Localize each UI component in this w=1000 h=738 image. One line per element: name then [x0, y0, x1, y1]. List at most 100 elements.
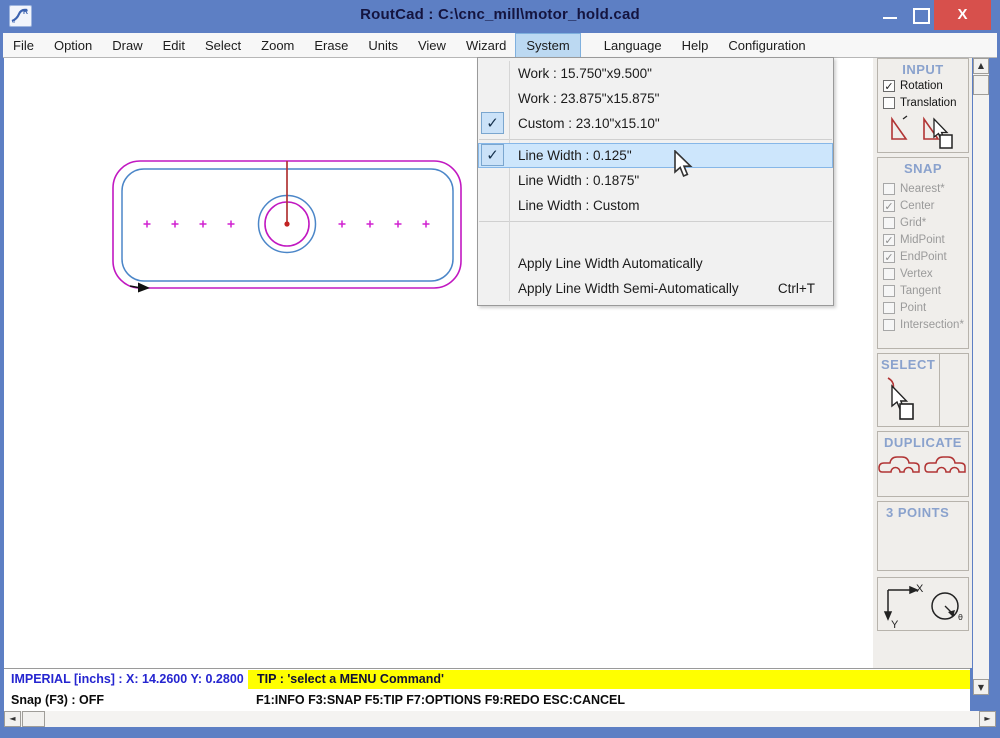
intersection-label: Intersection*: [900, 319, 964, 331]
tip-message: TIP : 'select a MENU Command': [248, 670, 970, 689]
vertical-scrollbar[interactable]: ▲ ▼: [973, 58, 989, 695]
midpoint-checkbox[interactable]: ✓: [883, 234, 895, 246]
input-option-rotation[interactable]: ✓ Rotation: [878, 77, 968, 94]
snap-option-tangent[interactable]: Tangent: [878, 282, 968, 299]
select-tool-icon: [878, 372, 938, 424]
menu-item-label: Line Width : Custom: [478, 198, 833, 213]
duplicate-section[interactable]: DUPLICATE: [877, 431, 969, 497]
rotation-tool-icons[interactable]: [878, 111, 968, 154]
snap-option-vertex[interactable]: Vertex: [878, 265, 968, 282]
menu-option[interactable]: Option: [44, 34, 102, 57]
menu-item-work-15750[interactable]: Work : 15.750"x9.500": [478, 61, 833, 86]
nearest-checkbox[interactable]: [883, 183, 895, 195]
menu-select[interactable]: Select: [195, 34, 251, 57]
menu-item-label: Apply Line Width Semi-Automatically: [478, 281, 778, 296]
snap-option-intersection[interactable]: Intersection*: [878, 316, 968, 333]
grid-checkbox[interactable]: [883, 217, 895, 229]
axis-theta-label: θ: [958, 613, 963, 622]
menu-view[interactable]: View: [408, 34, 456, 57]
menu-item-linewidth-custom[interactable]: Line Width : Custom: [478, 193, 833, 218]
vertex-checkbox[interactable]: [883, 268, 895, 280]
menu-item-linewidth-01875[interactable]: Line Width : 0.1875": [478, 168, 833, 193]
check-icon: ✓: [481, 112, 504, 134]
nearest-label: Nearest*: [900, 183, 945, 195]
scroll-up-button[interactable]: ▲: [973, 58, 989, 74]
horizontal-scrollbar[interactable]: ◄ ►: [4, 711, 996, 727]
input-option-translation[interactable]: Translation: [878, 94, 968, 111]
three-points-section[interactable]: 3 POINTS: [877, 501, 969, 571]
menu-draw[interactable]: Draw: [102, 34, 152, 57]
menu-item-label: Work : 23.875"x15.875": [478, 91, 833, 106]
menu-item-label: Line Width : 0.1875": [478, 173, 833, 188]
close-button[interactable]: X: [934, 0, 991, 30]
menu-item-apply-auto[interactable]: Apply Line Width Automatically: [478, 251, 833, 276]
system-dropdown-menu: Work : 15.750"x9.500" Work : 23.875"x15.…: [477, 57, 834, 306]
rotation-checkbox[interactable]: ✓: [883, 80, 895, 92]
snap-status: Snap (F3) : OFF: [11, 693, 104, 707]
menu-item-label: Line Width : 0.125": [478, 148, 833, 163]
center-label: Center: [900, 200, 935, 212]
check-icon: ✓: [481, 144, 504, 166]
snap-option-center[interactable]: ✓ Center: [878, 197, 968, 214]
snap-section: SNAP Nearest* ✓ Center Grid* ✓ MidPoint …: [877, 157, 969, 349]
select-section[interactable]: SELECT: [877, 353, 969, 427]
horizontal-scroll-thumb[interactable]: [22, 711, 45, 727]
cursor-icon: [934, 119, 952, 148]
input-section-title: INPUT: [878, 59, 968, 77]
translation-checkbox[interactable]: [883, 97, 895, 109]
snap-option-midpoint[interactable]: ✓ MidPoint: [878, 231, 968, 248]
rotation-label: Rotation: [900, 80, 943, 92]
menu-separator: [479, 221, 832, 222]
app-window: R e RoutCad : C:\cnc_mill\motor_hold.cad…: [0, 0, 1000, 738]
scroll-down-button[interactable]: ▼: [973, 679, 989, 695]
endpoint-checkbox[interactable]: ✓: [883, 251, 895, 263]
scroll-left-button[interactable]: ◄: [4, 711, 21, 727]
point-checkbox[interactable]: [883, 302, 895, 314]
vertical-scroll-thumb[interactable]: [973, 75, 989, 95]
axis-section: X Y θ: [877, 577, 969, 631]
menu-erase[interactable]: Erase: [304, 34, 358, 57]
menu-edit[interactable]: Edit: [153, 34, 195, 57]
snap-option-endpoint[interactable]: ✓ EndPoint: [878, 248, 968, 265]
three-points-section-title: 3 POINTS: [878, 502, 968, 520]
intersection-checkbox[interactable]: [883, 319, 895, 331]
menu-file[interactable]: File: [3, 34, 44, 57]
menu-help[interactable]: Help: [672, 34, 719, 57]
scroll-right-button[interactable]: ►: [979, 711, 996, 727]
snap-option-grid[interactable]: Grid*: [878, 214, 968, 231]
menu-item-work-23875[interactable]: Work : 23.875"x15.875": [478, 86, 833, 111]
vertex-label: Vertex: [900, 268, 933, 280]
menu-units[interactable]: Units: [358, 34, 408, 57]
function-key-help: F1:INFO F3:SNAP F5:TIP F7:OPTIONS F9:RED…: [256, 693, 625, 707]
menu-separator: [479, 139, 832, 140]
menu-configuration[interactable]: Configuration: [718, 34, 815, 57]
menu-item-label: Custom : 23.10"x15.10": [478, 116, 833, 131]
maximize-button[interactable]: [906, 0, 934, 30]
menu-system[interactable]: System: [516, 34, 579, 57]
point-label: Point: [900, 302, 926, 314]
menu-wizard[interactable]: Wizard: [456, 34, 516, 57]
grid-label: Grid*: [900, 217, 926, 229]
menu-item-label: Work : 15.750"x9.500": [478, 66, 833, 81]
minimize-button[interactable]: [876, 0, 904, 30]
tangent-checkbox[interactable]: [883, 285, 895, 297]
menu-item-apply-semi-auto[interactable]: Apply Line Width Semi-Automatically Ctrl…: [478, 276, 833, 301]
menu-item-linewidth-0125[interactable]: ✓ Line Width : 0.125": [478, 143, 833, 168]
tool-panel: INPUT ✓ Rotation Translation: [873, 58, 972, 668]
status-bar: IMPERIAL [inchs] : X: 14.2600 Y: 0.2800 …: [4, 668, 970, 711]
snap-option-nearest[interactable]: Nearest*: [878, 180, 968, 197]
mouse-cursor-icon: [672, 150, 696, 180]
center-checkbox[interactable]: ✓: [883, 200, 895, 212]
tangent-label: Tangent: [900, 285, 941, 297]
endpoint-label: EndPoint: [900, 251, 947, 263]
midpoint-label: MidPoint: [900, 234, 945, 246]
menu-item-custom-size[interactable]: ✓ Custom : 23.10"x15.10": [478, 111, 833, 136]
axis-x-label: X: [916, 583, 924, 595]
menu-zoom[interactable]: Zoom: [251, 34, 304, 57]
duplicate-section-title: DUPLICATE: [878, 432, 968, 450]
duplicate-tool-icon: [878, 450, 968, 484]
snap-option-point[interactable]: Point: [878, 299, 968, 316]
axis-y-label: Y: [891, 619, 899, 630]
menu-language[interactable]: Language: [594, 34, 672, 57]
menu-bar: File Option Draw Edit Select Zoom Erase …: [3, 33, 997, 58]
